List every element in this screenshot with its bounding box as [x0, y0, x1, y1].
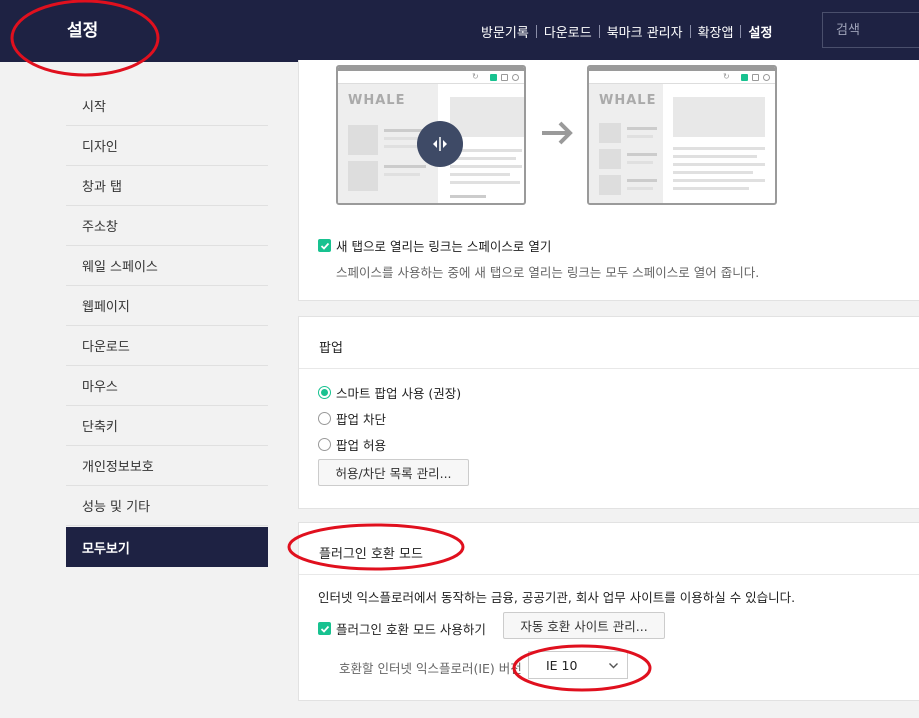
page-title: 설정 [67, 21, 99, 41]
placeholder-line [627, 127, 657, 130]
split-handle-icon [417, 121, 463, 167]
placeholder-box [673, 97, 765, 137]
nav-separator [535, 25, 537, 38]
placeholder-line [384, 137, 420, 140]
radio-unselected[interactable] [318, 412, 331, 425]
sidebar-item-webpage[interactable]: 웹페이지 [66, 286, 268, 326]
plugin-section-title: 플러그인 호환 모드 [299, 523, 919, 575]
whale-logo: WHALE [348, 93, 406, 108]
sidebar-item-design[interactable]: 디자인 [66, 126, 268, 166]
placeholder-line [673, 171, 753, 174]
arrow-right-icon [540, 119, 574, 154]
nav-separator [689, 25, 691, 38]
placeholder-line [384, 165, 426, 168]
space-icon [490, 74, 497, 81]
placeholder-line [384, 173, 420, 176]
circle-icon [512, 74, 519, 81]
placeholder-line [627, 161, 653, 164]
placeholder-line [450, 165, 522, 168]
popup-option-label: 팝업 차단 [336, 412, 386, 427]
placeholder-box [348, 125, 378, 155]
sidebar-item-downloads[interactable]: 다운로드 [66, 326, 268, 366]
whale-logo: WHALE [599, 93, 657, 108]
sidebar-item-privacy[interactable]: 개인정보보호 [66, 446, 268, 486]
sidebar: 시작 디자인 창과 탭 주소창 웨일 스페이스 웹페이지 다운로드 마우스 단축… [66, 86, 268, 567]
placeholder-line [627, 153, 657, 156]
placeholder-box [599, 175, 621, 195]
window-icon [501, 74, 508, 81]
popup-option-smart[interactable]: 스마트 팝업 사용 (권장) [318, 383, 461, 402]
plugin-compat-label: 플러그인 호환 모드 사용하기 [336, 622, 486, 637]
popup-option-allow[interactable]: 팝업 허용 [318, 435, 386, 454]
placeholder-box [348, 161, 378, 191]
placeholder-line [673, 187, 749, 190]
ie-version-label: 호환할 인터넷 익스플로러(IE) 버전 [339, 661, 522, 676]
chevron-down-icon [609, 663, 618, 669]
placeholder-line [450, 173, 510, 176]
radio-selected[interactable] [318, 386, 331, 399]
open-links-in-space-description: 스페이스를 사용하는 중에 새 탭으로 열리는 링크는 모두 스페이스로 열어 … [336, 265, 760, 280]
ie-version-value: IE 10 [546, 657, 578, 673]
placeholder-line [673, 155, 757, 158]
search-input[interactable] [822, 12, 919, 48]
placeholder-line [450, 181, 520, 184]
circle-icon [763, 74, 770, 81]
placeholder-line [627, 135, 653, 138]
manage-popup-list-button[interactable]: 허용/차단 목록 관리... [318, 459, 469, 486]
sidebar-item-show-all[interactable]: 모두보기 [66, 527, 268, 567]
refresh-icon: ↻ [723, 72, 730, 81]
sidebar-item-mouse[interactable]: 마우스 [66, 366, 268, 406]
address-bar-illustration: ↻ [589, 71, 775, 84]
auto-compat-sites-button[interactable]: 자동 호환 사이트 관리... [503, 612, 665, 639]
placeholder-line [450, 195, 486, 198]
window-icon [752, 74, 759, 81]
nav-downloads[interactable]: 다운로드 [544, 22, 592, 41]
ie-version-select[interactable]: IE 10 [528, 651, 628, 679]
top-navigation: 방문기록 다운로드 북마크 관리자 확장앱 설정 [481, 22, 772, 41]
popup-option-label: 팝업 허용 [336, 438, 386, 453]
placeholder-line [673, 163, 765, 166]
space-icon [741, 74, 748, 81]
placeholder-line [627, 187, 653, 190]
placeholder-line [673, 179, 765, 182]
plugin-compat-option[interactable]: 플러그인 호환 모드 사용하기 [318, 619, 486, 638]
popup-section-title: 팝업 [299, 317, 919, 369]
popup-option-label: 스마트 팝업 사용 (권장) [336, 386, 462, 401]
nav-separator [598, 25, 600, 38]
nav-settings[interactable]: 설정 [748, 22, 772, 41]
nav-history[interactable]: 방문기록 [481, 22, 529, 41]
placeholder-box [599, 123, 621, 143]
plugin-description: 인터넷 익스플로러에서 동작하는 금융, 공공기관, 회사 업무 사이트를 이용… [318, 590, 796, 605]
placeholder-box [450, 97, 524, 137]
placeholder-box [599, 149, 621, 169]
sidebar-item-whale-space[interactable]: 웨일 스페이스 [66, 246, 268, 286]
open-links-in-space-checkbox[interactable] [318, 239, 331, 252]
nav-extensions[interactable]: 확장앱 [698, 22, 734, 41]
nav-separator [740, 25, 742, 38]
refresh-icon: ↻ [472, 72, 479, 81]
sidebar-item-performance[interactable]: 성능 및 기타 [66, 486, 268, 526]
placeholder-line [450, 157, 516, 160]
address-bar-illustration: ↻ [338, 71, 524, 84]
nav-bookmark-manager[interactable]: 북마크 관리자 [607, 22, 683, 41]
sidebar-item-start[interactable]: 시작 [66, 86, 268, 126]
open-links-in-space-label: 새 탭으로 열리는 링크는 스페이스로 열기 [336, 239, 552, 254]
plugin-compat-checkbox[interactable] [318, 622, 331, 635]
radio-unselected[interactable] [318, 438, 331, 451]
sidebar-item-address-bar[interactable]: 주소창 [66, 206, 268, 246]
space-after-illustration: ↻ WHALE [587, 65, 777, 205]
open-links-in-space-option[interactable]: 새 탭으로 열리는 링크는 스페이스로 열기 [318, 236, 551, 255]
popup-option-block[interactable]: 팝업 차단 [318, 409, 386, 428]
sidebar-item-shortcuts[interactable]: 단축키 [66, 406, 268, 446]
top-bar: 설정 방문기록 다운로드 북마크 관리자 확장앱 설정 [0, 0, 919, 62]
sidebar-item-windows-tabs[interactable]: 창과 탭 [66, 166, 268, 206]
placeholder-line [627, 179, 657, 182]
placeholder-line [673, 147, 765, 150]
